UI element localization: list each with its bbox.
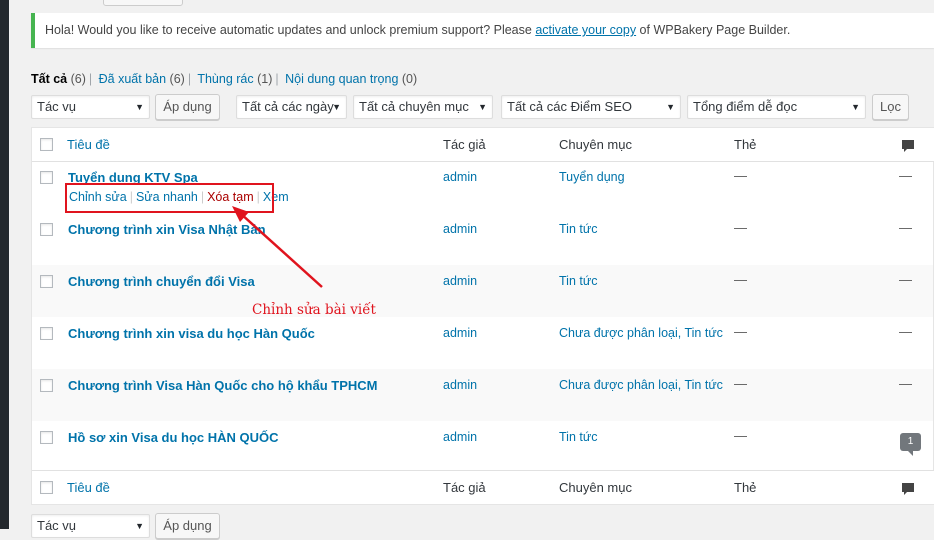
separator: | [275,72,279,86]
post-category-link[interactable]: Tin tức [559,222,597,236]
table-row: Chương trình Visa Hàn Quốc cho hộ khẩu T… [32,369,933,421]
post-title-link[interactable]: Chương trình Visa Hàn Quốc cho hộ khẩu T… [68,378,378,393]
seo-filter-select[interactable]: Tất cả các Điểm SEO ▼ [501,95,681,119]
notice-text: Hola! Would you like to receive automati… [45,23,536,37]
post-category-link[interactable]: Tuyển dụng [559,170,625,184]
table-row: Chương trình xin visa du học Hàn Quốc ad… [32,317,933,369]
post-comments: — [899,168,912,183]
filter-button[interactable]: Lọc [872,94,909,120]
bulk-action-value: Tác vụ [37,99,77,114]
post-author-link[interactable]: admin [443,274,477,288]
notice-text-after: of WPBakery Page Builder. [636,23,791,37]
post-status-views: Tất cả (6) | Đã xuất bản (6) | Thùng rác (… [31,72,417,86]
apply-button-bottom[interactable]: Áp dụng [155,513,220,539]
row-checkbox[interactable] [40,223,53,236]
view-trash-count: (1) [257,72,273,86]
select-all-checkbox[interactable] [40,481,53,494]
row-checkbox[interactable] [40,327,53,340]
comment-icon[interactable] [901,482,915,496]
post-tags: — [734,272,747,287]
view-published[interactable]: Đã xuất bản [99,72,166,86]
post-author-link[interactable]: admin [443,430,477,444]
table-footer: Tiêu đề Tác giả Chuyên mục Thẻ [32,470,934,504]
view-all-count: (6) [70,72,86,86]
post-author-link[interactable]: admin [443,170,477,184]
post-comments: — [899,220,912,235]
dropdown-arrow-icon: ▼ [332,102,341,112]
column-author-footer: Tác giả [443,480,486,495]
view-cornerstone-count: (0) [401,72,418,86]
post-author-link[interactable]: admin [443,222,477,236]
post-title-link[interactable]: Chương trình xin visa du học Hàn Quốc [68,326,315,341]
activate-link[interactable]: activate your copy [535,23,636,37]
row-checkbox[interactable] [40,275,53,288]
post-tags: — [734,428,747,443]
dropdown-arrow-icon: ▼ [135,521,144,531]
column-categories-header: Chuyên mục [559,137,632,152]
column-title-header[interactable]: Tiêu đề [67,128,110,161]
separator: | [88,72,93,86]
row-checkbox[interactable] [40,379,53,392]
readability-filter-select[interactable]: Tổng điểm dễ đọc ▼ [687,95,866,119]
category-filter-select[interactable]: Tất cả chuyên mục ▼ [353,95,493,119]
apply-button[interactable]: Áp dụng [155,94,220,120]
select-all-checkbox[interactable] [40,138,53,151]
post-comments: — [899,376,912,391]
post-category-link[interactable]: Tin tức [559,430,597,444]
table-row: Chương trình chuyển đổi Visa admin Tin t… [32,265,933,317]
date-filter-select[interactable]: Tất cả các ngày ▼ [236,95,347,119]
bulk-action-select[interactable]: Tác vụ ▼ [31,95,150,119]
update-notice: Hola! Would you like to receive automati… [31,13,934,48]
view-published-count: (6) [169,72,185,86]
view-cornerstone[interactable]: Nội dung quan trọng [285,72,398,86]
post-comments: — [899,272,912,287]
readability-filter-value: Tổng điểm dễ đọc [693,99,798,114]
post-comments: — [899,324,912,339]
category-filter-value: Tất cả chuyên mục [359,99,469,114]
post-tags: — [734,220,747,235]
post-title-link[interactable]: Chương trình xin Visa Nhật Bản [68,222,266,237]
post-category-link[interactable]: Chưa được phân loại, Tin tức [559,326,723,340]
bulk-action-value: Tác vụ [37,518,77,533]
column-title-footer[interactable]: Tiêu đề [67,471,110,504]
post-category-link[interactable]: Chưa được phân loại, Tin tức [559,378,723,392]
column-categories-footer: Chuyên mục [559,480,632,495]
post-title-link[interactable]: Hồ sơ xin Visa du học HÀN QUỐC [68,430,279,445]
column-tags-footer: Thẻ [734,480,757,495]
comment-icon[interactable] [901,139,915,153]
dropdown-arrow-icon: ▼ [666,102,675,112]
post-tags: — [734,376,747,391]
dropdown-arrow-icon: ▼ [478,102,487,112]
view-trash[interactable]: Thùng rác [197,72,253,86]
post-tags: — [734,324,747,339]
seo-filter-value: Tất cả các Điểm SEO [507,99,632,114]
post-tags: — [734,168,747,183]
bulk-action-select-bottom[interactable]: Tác vụ ▼ [31,514,150,538]
table-row: Chương trình xin Visa Nhật Bản admin Tin… [32,213,933,265]
annotation-label: Chỉnh sửa bài viết [252,302,376,318]
row-checkbox[interactable] [40,171,53,184]
row-actions-highlight [65,183,274,213]
post-title-link[interactable]: Chương trình chuyển đổi Visa [68,274,255,289]
post-category-link[interactable]: Tin tức [559,274,597,288]
separator: | [187,72,192,86]
row-checkbox[interactable] [40,431,53,444]
column-tags-header: Thẻ [734,137,757,152]
table-row: Hồ sơ xin Visa du học HÀN QUỐC admin Tin… [32,421,933,473]
post-author-link[interactable]: admin [443,378,477,392]
table-header: Tiêu đề Tác giả Chuyên mục Thẻ [32,128,934,162]
view-all[interactable]: Tất cả [31,72,67,86]
admin-sidebar-edge [0,0,9,529]
post-author-link[interactable]: admin [443,326,477,340]
dropdown-arrow-icon: ▼ [135,102,144,112]
comment-count-bubble[interactable]: 1 [900,433,921,456]
screen-options-button[interactable] [103,0,183,6]
date-filter-value: Tất cả các ngày [242,99,334,114]
column-author-header: Tác giả [443,137,486,152]
dropdown-arrow-icon: ▼ [851,102,860,112]
